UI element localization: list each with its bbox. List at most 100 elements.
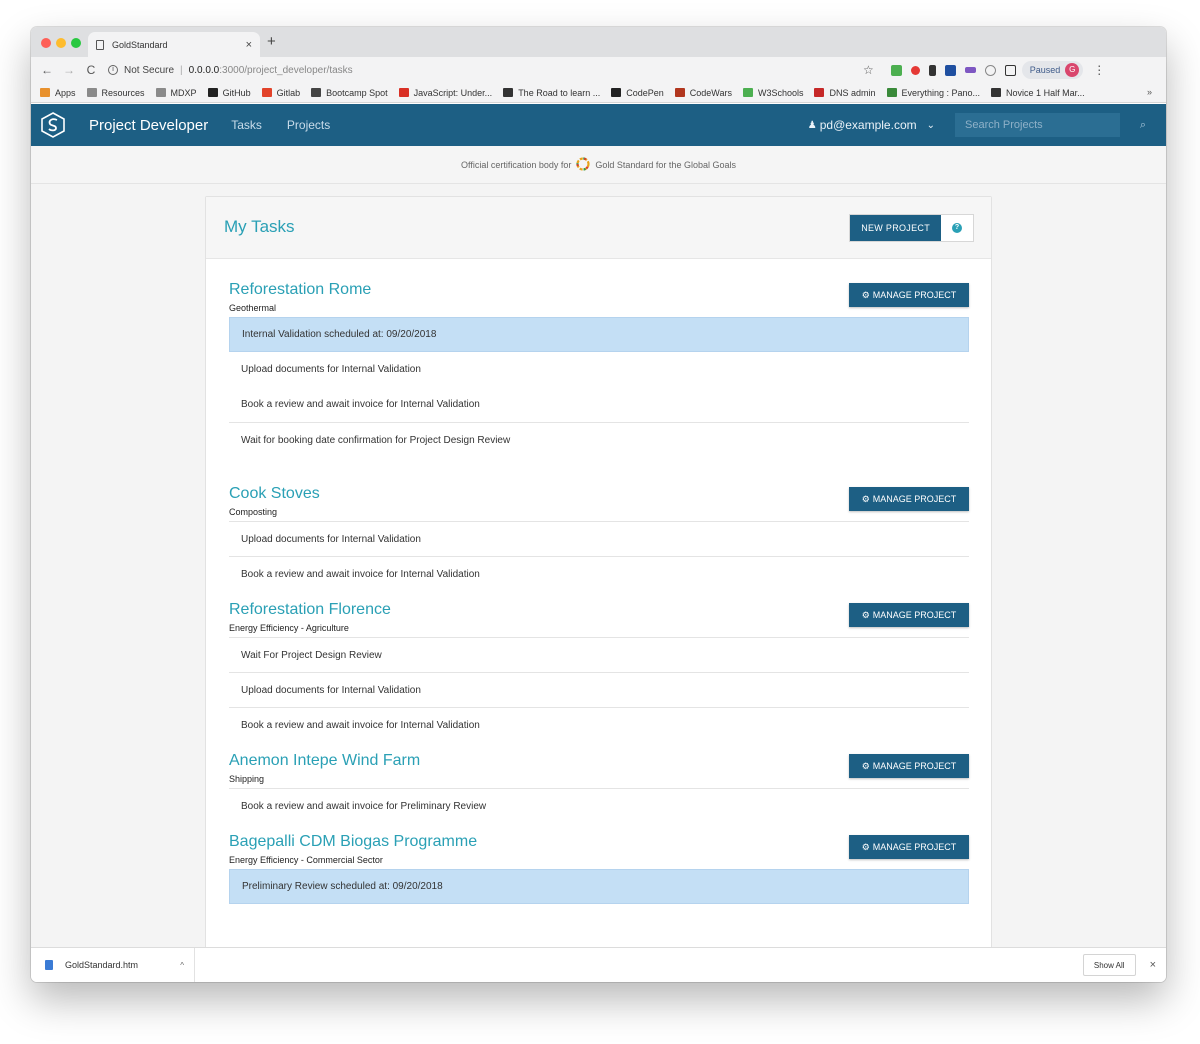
- bookmark-label: CodePen: [626, 87, 664, 98]
- show-all-button[interactable]: Show All: [1082, 954, 1136, 976]
- bookmark-label: CodeWars: [689, 87, 732, 98]
- project-name-link[interactable]: Reforestation Florence: [229, 601, 391, 619]
- project-category: Geothermal: [229, 303, 277, 313]
- gear-icon: ⚙: [861, 760, 870, 771]
- task-item[interactable]: Wait for booking date confirmation for P…: [229, 422, 969, 457]
- bookmark-star-icon[interactable]: ☆: [863, 63, 874, 77]
- browser-tab[interactable]: GoldStandard ×: [88, 32, 260, 57]
- task-item[interactable]: Book a review and await invoice for Inte…: [229, 707, 969, 742]
- new-project-button[interactable]: NEW PROJECT: [850, 215, 941, 241]
- extension-code-icon[interactable]: [964, 67, 976, 73]
- address-bar[interactable]: i Not Secure | 0.0.0.0:3000/project_deve…: [108, 60, 863, 80]
- close-icon[interactable]: ×: [1150, 959, 1156, 971]
- project-header: Anemon Intepe Wind Farm Shipping ⚙ MANAGE P…: [229, 752, 969, 788]
- bookmark-label: Apps: [55, 87, 76, 98]
- manage-project-button[interactable]: ⚙ MANAGE PROJECT: [849, 487, 969, 511]
- extension-pen-icon[interactable]: [928, 64, 936, 76]
- manage-project-button[interactable]: ⚙ MANAGE PROJECT: [849, 603, 969, 627]
- tasks-card: My Tasks NEW PROJECT ? Reforestation Rom…: [205, 196, 992, 947]
- help-icon: ?: [952, 223, 962, 233]
- profile-status: Paused: [1029, 65, 1061, 75]
- tab-close-icon[interactable]: ×: [246, 39, 252, 51]
- extensions-area: ☆: [863, 63, 1016, 77]
- bookmark-icon: [311, 88, 322, 97]
- bookmark-item[interactable]: GitHub: [207, 88, 251, 98]
- bookmark-icon: [742, 88, 753, 97]
- task-item[interactable]: Book a review and await invoice for Prel…: [229, 788, 969, 823]
- task-item[interactable]: Upload documents for Internal Validation: [229, 352, 969, 387]
- minimize-window-button[interactable]: [56, 38, 66, 48]
- download-item[interactable]: GoldStandard.htm ^: [45, 948, 195, 982]
- brand-title[interactable]: Project Developer: [89, 117, 208, 134]
- profile-button[interactable]: Paused G: [1021, 61, 1084, 79]
- bookmark-item[interactable]: Apps: [40, 88, 76, 98]
- task-item[interactable]: Book a review and await invoice for Inte…: [229, 387, 969, 422]
- close-window-button[interactable]: [41, 38, 51, 48]
- task-item[interactable]: Wait For Project Design Review: [229, 637, 969, 672]
- task-item[interactable]: Book a review and await invoice for Inte…: [229, 556, 969, 591]
- task-item[interactable]: Internal Validation scheduled at: 09/20/…: [229, 317, 969, 352]
- reload-button[interactable]: C: [80, 63, 102, 77]
- task-item[interactable]: Upload documents for Internal Validation: [229, 672, 969, 707]
- forward-button[interactable]: →: [58, 63, 80, 77]
- nav-projects[interactable]: Projects: [287, 118, 330, 132]
- manage-project-label: MANAGE PROJECT: [872, 610, 957, 620]
- bookmark-item[interactable]: MDXP: [155, 88, 197, 98]
- extension-red-icon[interactable]: [910, 65, 920, 75]
- back-button[interactable]: ←: [36, 63, 58, 77]
- task-item[interactable]: Upload documents for Internal Validation: [229, 521, 969, 556]
- bookmark-label: The Road to learn ...: [518, 87, 601, 98]
- bookmark-icon: [886, 88, 897, 97]
- nav-tasks[interactable]: Tasks: [231, 118, 262, 132]
- task-item[interactable]: Preliminary Review scheduled at: 09/20/2…: [229, 869, 969, 904]
- extension-n-icon[interactable]: [1004, 64, 1016, 76]
- bookmark-item[interactable]: Resources: [86, 88, 145, 98]
- extension-green-icon[interactable]: [890, 64, 902, 76]
- project-category: Energy Efficiency - Commercial Sector: [229, 855, 383, 865]
- manage-project-button[interactable]: ⚙ MANAGE PROJECT: [849, 754, 969, 778]
- project-name-link[interactable]: Bagepalli CDM Biogas Programme: [229, 833, 477, 851]
- document-icon: [96, 39, 104, 50]
- user-icon: ♟: [807, 119, 817, 131]
- bookmark-item[interactable]: CodeWars: [674, 87, 732, 98]
- bookmark-item[interactable]: DNS admin: [814, 88, 876, 98]
- search-input[interactable]: [955, 113, 1120, 137]
- project-name-link[interactable]: Cook Stoves: [229, 485, 320, 503]
- extension-circle-icon[interactable]: [984, 64, 996, 76]
- download-shelf: GoldStandard.htm ^ Show All ×: [31, 947, 1166, 982]
- manage-project-button[interactable]: ⚙ MANAGE PROJECT: [849, 283, 969, 307]
- gear-icon: ⚙: [861, 493, 870, 504]
- help-button[interactable]: ?: [941, 215, 973, 241]
- app-logo-icon[interactable]: [39, 111, 67, 139]
- bookmark-item[interactable]: W3Schools: [742, 88, 803, 98]
- gear-icon: ⚙: [861, 609, 870, 620]
- project-name-link[interactable]: Reforestation Rome: [229, 281, 371, 299]
- bookmark-label: Everything : Pano...: [901, 87, 981, 98]
- file-icon: [45, 960, 53, 970]
- bookmark-item[interactable]: The Road to learn ...: [503, 88, 600, 98]
- manage-project-button[interactable]: ⚙ MANAGE PROJECT: [849, 835, 969, 859]
- bookmark-item[interactable]: JavaScript: Under...: [398, 88, 492, 98]
- bookmark-label: Bootcamp Spot: [326, 87, 388, 98]
- bookmark-icon: [86, 88, 97, 97]
- bookmarks-bar: Apps Resources MDXP GitHub Gitlab Bootcamp Sp…: [31, 83, 1166, 103]
- tab-title: GoldStandard: [112, 39, 168, 50]
- chevron-down-icon: ⌄: [926, 119, 935, 131]
- bookmark-item[interactable]: Gitlab: [261, 88, 300, 98]
- bookmark-item[interactable]: CodePen: [611, 88, 664, 98]
- bookmark-item[interactable]: Bootcamp Spot: [311, 88, 388, 98]
- project-name-link[interactable]: Anemon Intepe Wind Farm: [229, 752, 420, 770]
- info-icon[interactable]: i: [108, 65, 118, 75]
- bookmark-item[interactable]: Novice 1 Half Mar...: [991, 88, 1085, 98]
- search-icon[interactable]: ⌕: [1120, 119, 1166, 132]
- browser-menu-icon[interactable]: ⋮: [1093, 63, 1105, 77]
- gold-standard-logo-icon: [576, 156, 590, 173]
- user-menu[interactable]: ♟ pd@example.com ⌄: [808, 118, 935, 132]
- bookmark-item[interactable]: Everything : Pano...: [886, 87, 981, 98]
- bookmarks-overflow-icon[interactable]: »: [1147, 87, 1152, 97]
- zoom-window-button[interactable]: [71, 38, 81, 48]
- chevron-up-icon[interactable]: ^: [180, 961, 184, 970]
- new-tab-button[interactable]: +: [267, 33, 276, 50]
- extension-blue-icon[interactable]: [944, 64, 956, 76]
- manage-project-label: MANAGE PROJECT: [872, 761, 957, 771]
